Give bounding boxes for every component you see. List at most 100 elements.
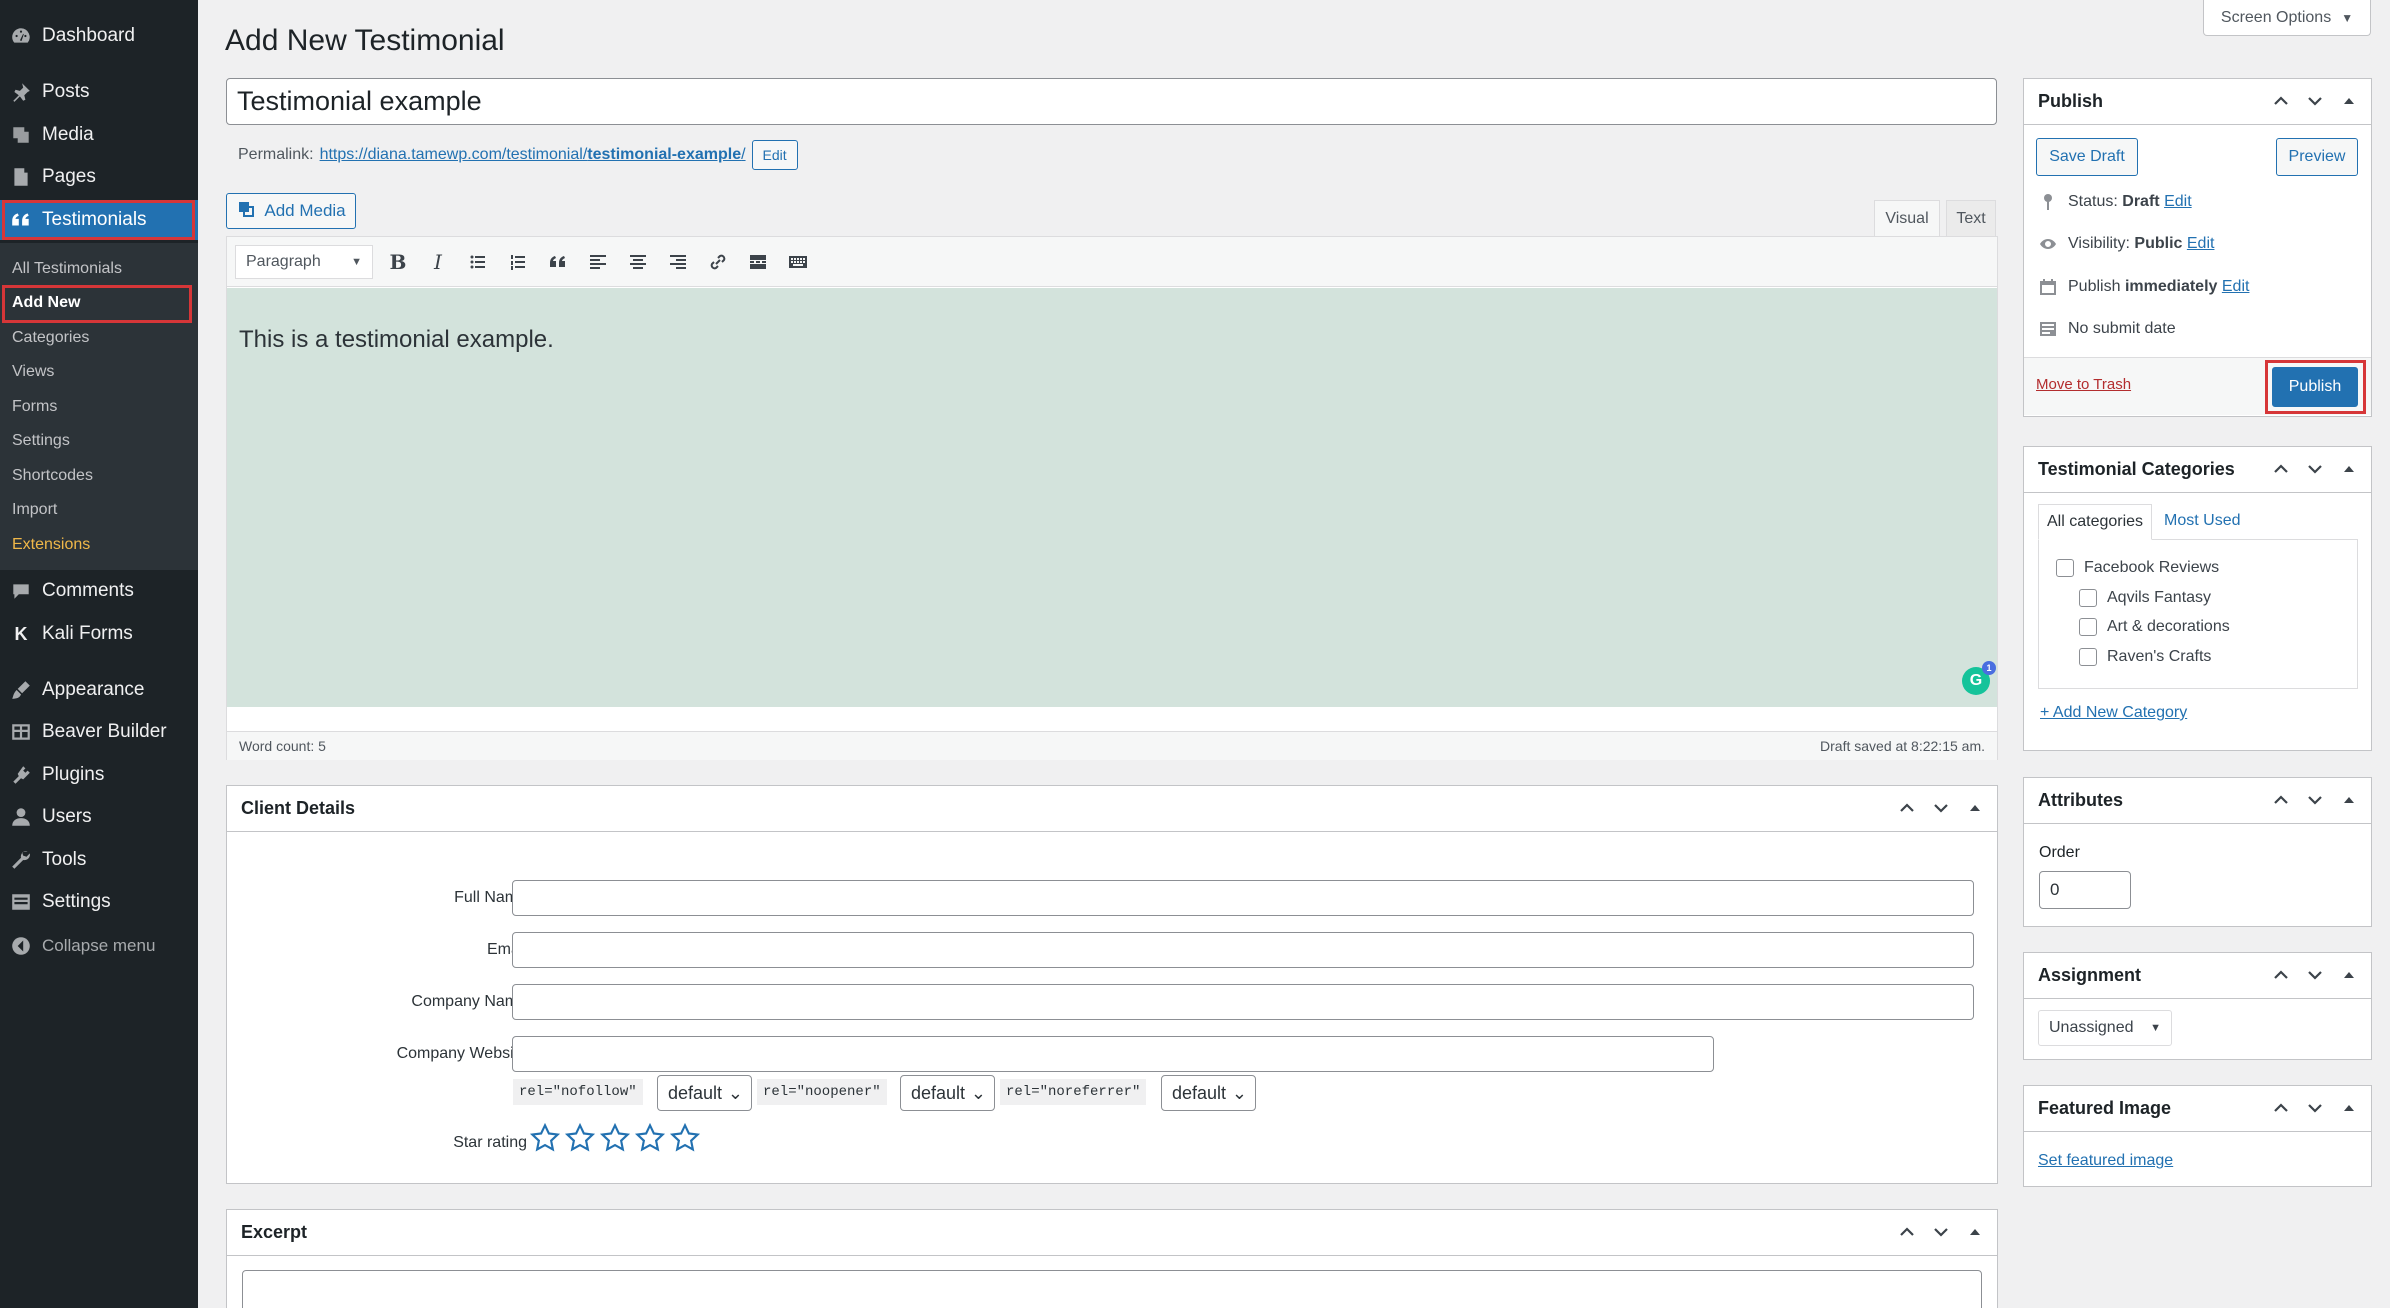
toggle-arrow-icon[interactable]	[2339, 459, 2359, 479]
read-more-icon[interactable]	[743, 247, 773, 277]
chevron-up-icon[interactable]	[1897, 1222, 1917, 1242]
tab-all-categories[interactable]: All categories	[2038, 504, 2153, 540]
editor-content[interactable]: This is a testimonial example.	[227, 288, 1997, 707]
toolbar-toggle-icon[interactable]	[783, 247, 813, 277]
chevron-down-icon[interactable]	[2305, 91, 2325, 111]
screen-options-button[interactable]: Screen Options ▼	[2203, 0, 2371, 36]
visibility-edit-link[interactable]: Edit	[2187, 235, 2215, 252]
numbered-list-icon[interactable]	[503, 247, 533, 277]
italic-icon[interactable]: I	[423, 247, 453, 277]
chevron-down-icon[interactable]	[1931, 1222, 1951, 1242]
submenu-all-testimonials[interactable]: All Testimonials	[12, 255, 122, 283]
tab-most-used[interactable]: Most Used	[2152, 504, 2248, 540]
submenu-views[interactable]: Views	[12, 358, 54, 386]
permalink-edit-button[interactable]: Edit	[751, 140, 798, 170]
submenu-import[interactable]: Import	[12, 496, 57, 524]
star-icon[interactable]	[669, 1122, 701, 1154]
align-left-icon[interactable]	[583, 247, 613, 277]
star-icon[interactable]	[529, 1122, 561, 1154]
menu-item-beaver-builder[interactable]: Beaver Builder	[0, 712, 198, 752]
chevron-down-icon[interactable]	[2305, 790, 2325, 810]
toggle-arrow-icon[interactable]	[2339, 1098, 2359, 1118]
bullet-list-icon[interactable]	[463, 247, 493, 277]
chevron-down-icon[interactable]	[1931, 798, 1951, 818]
tab-text[interactable]: Text	[1946, 200, 1996, 236]
checkbox[interactable]	[2079, 589, 2097, 607]
chevron-up-icon[interactable]	[2271, 459, 2291, 479]
rel-nofollow-select[interactable]: default ⌄	[657, 1075, 752, 1111]
save-draft-button[interactable]: Save Draft	[2036, 138, 2138, 176]
chevron-down-icon[interactable]	[2305, 1098, 2325, 1118]
add-new-category-link[interactable]: + Add New Category	[2040, 704, 2187, 722]
menu-item-posts[interactable]: Posts	[0, 72, 198, 112]
toggle-arrow-icon[interactable]	[2339, 91, 2359, 111]
grammarly-icon[interactable]: G 1	[1962, 661, 1996, 695]
full-name-input[interactable]	[512, 880, 1974, 916]
submenu-add-new[interactable]: Add New	[12, 289, 80, 317]
checkbox[interactable]	[2056, 559, 2074, 577]
company-website-input[interactable]	[512, 1036, 1714, 1072]
collapse-menu-button[interactable]: Collapse menu	[0, 926, 198, 966]
publish-button[interactable]: Publish	[2272, 367, 2358, 407]
menu-item-comments[interactable]: Comments	[0, 571, 198, 611]
toggle-arrow-icon[interactable]	[2339, 965, 2359, 985]
status-edit-link[interactable]: Edit	[2164, 193, 2192, 210]
tab-visual[interactable]: Visual	[1874, 200, 1940, 236]
chevron-up-icon[interactable]	[2271, 965, 2291, 985]
chevron-up-icon[interactable]	[2271, 790, 2291, 810]
chevron-up-icon[interactable]	[1897, 798, 1917, 818]
rel-noopener-select[interactable]: default ⌄	[900, 1075, 995, 1111]
menu-item-pages[interactable]: Pages	[0, 157, 198, 197]
company-name-input[interactable]	[512, 984, 1974, 1020]
move-to-trash-link[interactable]: Move to Trash	[2036, 376, 2131, 393]
menu-item-plugins[interactable]: Plugins	[0, 755, 198, 795]
menu-item-tools[interactable]: Tools	[0, 840, 198, 880]
toggle-arrow-icon[interactable]	[2339, 790, 2359, 810]
toggle-arrow-icon[interactable]	[1965, 1222, 1985, 1242]
chevron-up-icon[interactable]	[2271, 91, 2291, 111]
publish-date-edit-link[interactable]: Edit	[2222, 278, 2250, 295]
menu-item-settings[interactable]: Settings	[0, 882, 198, 922]
chevron-up-icon[interactable]	[2271, 1098, 2291, 1118]
menu-item-testimonials[interactable]: Testimonials	[0, 200, 198, 240]
submenu-categories[interactable]: Categories	[12, 324, 89, 352]
link-icon[interactable]	[703, 247, 733, 277]
category-item[interactable]: Raven's Crafts	[2079, 648, 2211, 666]
add-media-button[interactable]: Add Media	[226, 193, 356, 229]
set-featured-image-link[interactable]: Set featured image	[2038, 1152, 2173, 1170]
permalink-link[interactable]: https://diana.tamewp.com/testimonial/tes…	[320, 146, 746, 164]
assignment-title: Assignment	[2038, 965, 2142, 985]
submenu-settings[interactable]: Settings	[12, 427, 70, 455]
menu-item-media[interactable]: Media	[0, 115, 198, 155]
chevron-down-icon[interactable]	[2305, 965, 2325, 985]
submenu-extensions[interactable]: Extensions	[12, 531, 90, 559]
preview-button[interactable]: Preview	[2276, 138, 2358, 176]
star-icon[interactable]	[634, 1122, 666, 1154]
star-icon[interactable]	[564, 1122, 596, 1154]
rel-noreferrer-select[interactable]: default ⌄	[1161, 1075, 1256, 1111]
menu-item-kali-forms[interactable]: K Kali Forms	[0, 614, 198, 654]
format-select[interactable]: Paragraph ▼	[235, 244, 373, 279]
menu-item-users[interactable]: Users	[0, 797, 198, 837]
menu-item-appearance[interactable]: Appearance	[0, 670, 198, 710]
blockquote-icon[interactable]	[543, 247, 573, 277]
align-center-icon[interactable]	[623, 247, 653, 277]
bold-icon[interactable]: B	[383, 247, 413, 277]
post-title-input[interactable]	[226, 78, 1997, 125]
menu-item-dashboard[interactable]: Dashboard	[0, 16, 198, 56]
toggle-arrow-icon[interactable]	[1965, 798, 1985, 818]
checkbox[interactable]	[2079, 618, 2097, 636]
order-input[interactable]: 0	[2039, 871, 2131, 909]
align-right-icon[interactable]	[663, 247, 693, 277]
submenu-forms[interactable]: Forms	[12, 393, 57, 421]
email-input[interactable]	[512, 932, 1974, 968]
assignment-select[interactable]: Unassigned ▼	[2038, 1010, 2172, 1046]
category-item[interactable]: Facebook Reviews	[2056, 559, 2219, 577]
excerpt-textarea[interactable]	[242, 1270, 1982, 1308]
submenu-shortcodes[interactable]: Shortcodes	[12, 462, 93, 490]
chevron-down-icon[interactable]	[2305, 459, 2325, 479]
category-item[interactable]: Art & decorations	[2079, 618, 2230, 636]
checkbox[interactable]	[2079, 648, 2097, 666]
star-icon[interactable]	[599, 1122, 631, 1154]
category-item[interactable]: Aqvils Fantasy	[2079, 589, 2211, 607]
